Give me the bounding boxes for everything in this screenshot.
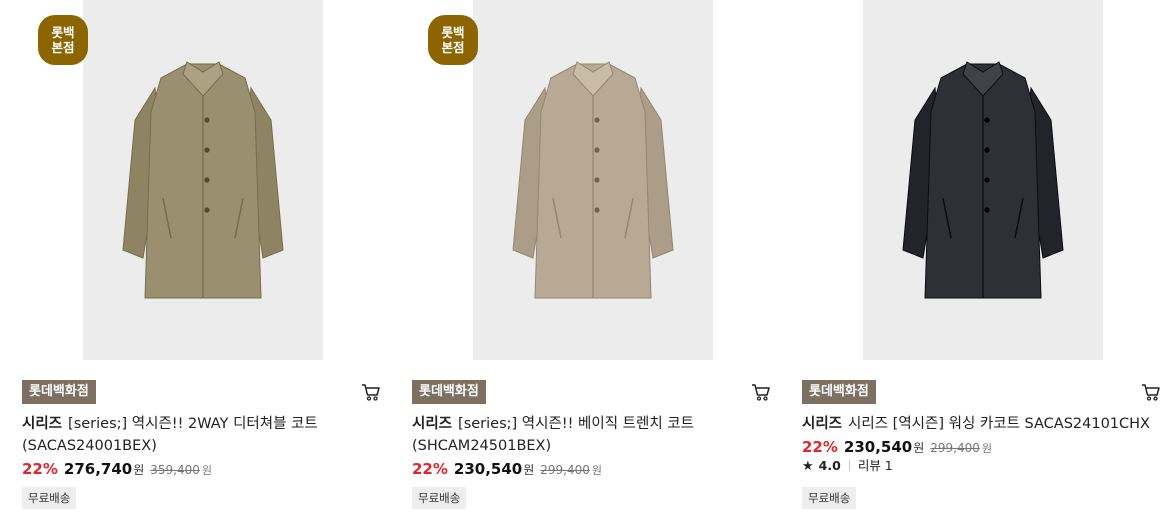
discount-rate: 22%	[802, 438, 838, 456]
coat-image	[902, 61, 1064, 299]
coat-button-shape	[204, 117, 210, 123]
product-card[interactable]: 롯백 본점 롯데백화점 시리즈 [series;] 역시즌!! 베이직 트렌치 코…	[412, 0, 772, 523]
coat-image	[512, 61, 674, 299]
coat-button-shape	[594, 147, 600, 153]
store-tag: 롯데백화점	[802, 380, 876, 404]
coat-button-shape	[204, 207, 210, 213]
original-price: 359,400	[150, 463, 200, 477]
original-price-unit: 원	[201, 464, 213, 477]
rating-score: 4.0	[818, 458, 841, 473]
store-tag: 롯데백화점	[22, 380, 96, 404]
divider	[848, 460, 850, 471]
coat-button-shape	[594, 207, 600, 213]
product-name: 시리즈 [역시즌] 워싱 카코트 SACAS24101CHX	[848, 416, 1150, 432]
sale-price: 276,740	[63, 460, 133, 478]
brand-name: 시리즈	[22, 416, 63, 432]
coat-button-shape	[204, 147, 210, 153]
price-unit: 원	[133, 463, 145, 477]
cart-icon[interactable]	[360, 381, 382, 403]
price-unit: 원	[523, 463, 535, 477]
price-row: 22% 230,540원 299,400 원	[802, 437, 992, 459]
price-row: 22% 276,740원 359,400 원	[22, 459, 212, 481]
review-count[interactable]: 리뷰 1	[858, 458, 893, 473]
product-title[interactable]: 시리즈 [series;] 역시즌!! 베이직 트렌치 코트 (SHCAM2450…	[412, 413, 772, 457]
free-shipping-tag: 무료배송	[802, 487, 857, 509]
coat-button-shape	[594, 117, 600, 123]
coat-button-shape	[984, 207, 990, 213]
discount-rate: 22%	[412, 460, 448, 478]
coat-button-shape	[594, 177, 600, 183]
product-image[interactable]	[83, 0, 323, 360]
coat-button-shape	[984, 117, 990, 123]
free-shipping-tag: 무료배송	[412, 487, 467, 509]
product-image[interactable]	[863, 0, 1103, 360]
price-unit: 원	[913, 441, 925, 455]
original-price: 299,400	[930, 441, 980, 455]
star-icon: ★	[802, 459, 814, 474]
original-price-unit: 원	[591, 464, 603, 477]
original-price: 299,400	[540, 463, 590, 477]
store-tag: 롯데백화점	[412, 380, 486, 404]
product-name: [series;] 역시즌!! 베이직 트렌치 코트 (SHCAM24501BE…	[412, 416, 694, 454]
coat-button-shape	[204, 177, 210, 183]
store-badge: 롯백 본점	[38, 15, 88, 65]
product-title[interactable]: 시리즈 시리즈 [역시즌] 워싱 카코트 SACAS24101CHX	[802, 413, 1162, 435]
store-badge: 롯백 본점	[428, 15, 478, 65]
free-shipping-tag: 무료배송	[22, 487, 77, 509]
sale-price: 230,540	[453, 460, 523, 478]
brand-name: 시리즈	[412, 416, 453, 432]
coat-button-shape	[984, 147, 990, 153]
product-title[interactable]: 시리즈 [series;] 역시즌!! 2WAY 디터쳐블 코트 (SACAS24…	[22, 413, 382, 457]
coat-image	[122, 61, 284, 299]
original-price-unit: 원	[981, 442, 993, 455]
coat-button-shape	[984, 177, 990, 183]
brand-name: 시리즈	[802, 416, 843, 432]
product-card[interactable]: 롯데백화점 시리즈 시리즈 [역시즌] 워싱 카코트 SACAS24101CHX …	[802, 0, 1162, 523]
cart-icon[interactable]	[1140, 381, 1162, 403]
product-image[interactable]	[473, 0, 713, 360]
discount-rate: 22%	[22, 460, 58, 478]
rating-row: ★ 4.0 리뷰 1	[802, 458, 893, 475]
product-card[interactable]: 롯백 본점 롯데백화점 시리즈 [series;] 역시즌!! 2WAY 디터쳐블…	[22, 0, 382, 523]
product-name: [series;] 역시즌!! 2WAY 디터쳐블 코트 (SACAS24001…	[22, 416, 318, 454]
cart-icon[interactable]	[750, 381, 772, 403]
sale-price: 230,540	[843, 438, 913, 456]
price-row: 22% 230,540원 299,400 원	[412, 459, 602, 481]
